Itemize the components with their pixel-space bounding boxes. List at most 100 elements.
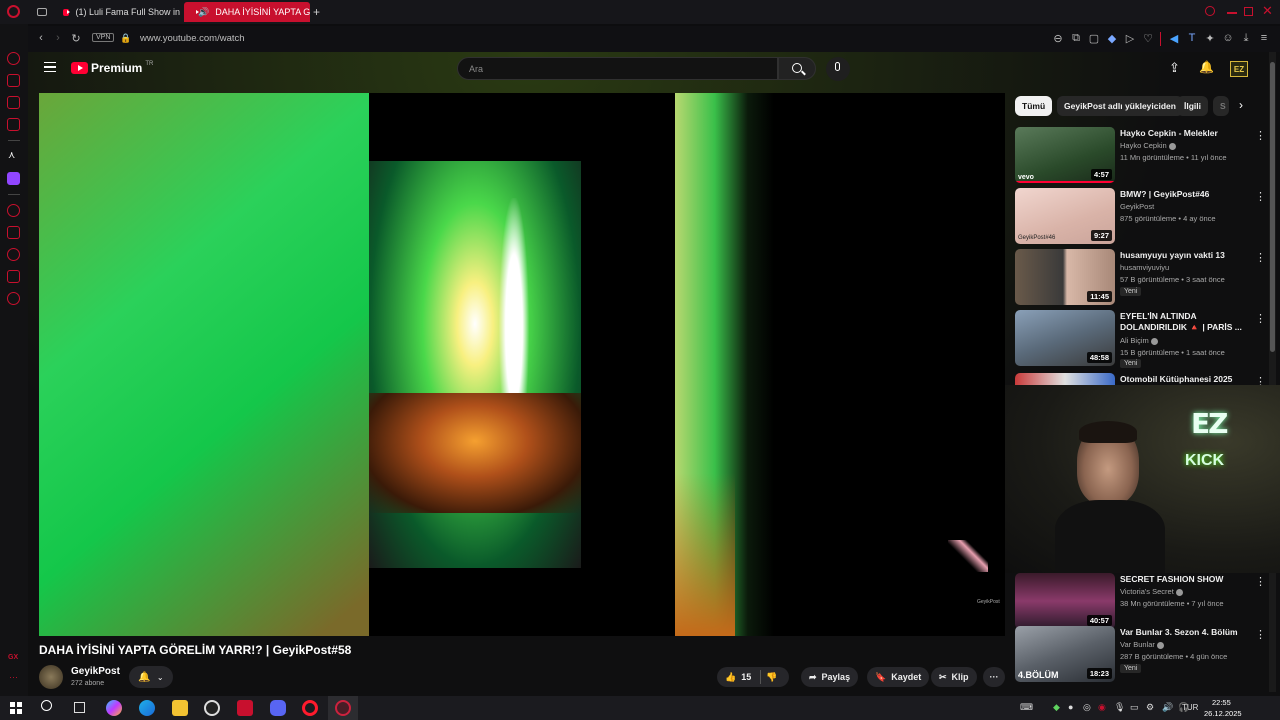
more-options-icon[interactable]: ⋮ (1255, 628, 1266, 641)
video-title[interactable]: SECRET FASHION SHOW (1120, 574, 1248, 585)
opera-logo-icon[interactable] (7, 5, 20, 18)
copilot-icon[interactable] (106, 700, 122, 716)
search-tabs-icon[interactable] (1205, 6, 1215, 16)
bookmarks-icon[interactable] (7, 226, 20, 239)
volume-icon[interactable]: 🔊 (1162, 702, 1173, 713)
channel-name[interactable]: GeyikPost (71, 666, 120, 677)
video-title[interactable]: BMW? | GeyikPost#46 (1120, 189, 1248, 200)
snapshot-icon[interactable]: ⧉ (1069, 31, 1083, 45)
lock-icon[interactable]: 🔒 (119, 31, 133, 45)
gx-badge[interactable]: GX (8, 654, 18, 661)
like-button[interactable]: 👍 15 👎 (717, 667, 789, 687)
scrollbar-thumb[interactable] (1270, 62, 1275, 352)
channel-name[interactable]: Hayko Cepkin (1120, 141, 1176, 150)
heart-icon[interactable]: ♡ (1141, 31, 1155, 45)
clip-button[interactable]: ✂ Klip (931, 667, 977, 687)
search-icon[interactable] (41, 700, 52, 711)
reload-icon[interactable]: ↻ (69, 31, 83, 45)
back-icon[interactable]: ‹ (34, 31, 48, 45)
list-item[interactable]: 48:58 EYFEL'İN ALTINDA DOLANDIRILDIK 🔺 |… (1015, 310, 1266, 368)
channel-name[interactable]: husamviyuviyu (1120, 263, 1169, 272)
upload-icon[interactable]: ⇪ (1169, 60, 1180, 76)
translate-icon[interactable]: T (1185, 31, 1199, 45)
forward-icon[interactable]: › (51, 31, 65, 45)
download-icon[interactable]: ⤓ (1239, 31, 1253, 45)
video-thumbnail[interactable]: 11:45 (1015, 249, 1115, 305)
discord-icon[interactable] (270, 700, 286, 716)
video-thumbnail[interactable] (1015, 373, 1115, 385)
instagram-icon[interactable] (7, 118, 20, 131)
task-view-icon[interactable] (74, 702, 85, 713)
video-thumbnail[interactable]: vevo 4:57 (1015, 127, 1115, 183)
channel-name[interactable]: Victoria's Secret (1120, 587, 1183, 596)
clock-date[interactable]: 26.12.2025 (1204, 709, 1242, 718)
player-icon[interactable] (7, 204, 20, 217)
pin-icon[interactable]: ▢ (1087, 31, 1101, 45)
keyboard-icon[interactable]: ⌨ (1020, 702, 1033, 713)
gx-corner-icon[interactable]: ⋏ (8, 150, 15, 161)
chip-more[interactable]: S (1213, 96, 1229, 116)
list-item[interactable]: 4.BÖLÜM 18:23 Var Bunlar 3. Sezon 4. Böl… (1015, 626, 1266, 684)
list-item[interactable]: vevo 4:57 Hayko Cepkin - Melekler Hayko … (1015, 127, 1266, 185)
video-thumbnail[interactable]: GeyikPost#46 9:27 (1015, 188, 1115, 244)
more-options-icon[interactable]: ⋮ (1255, 251, 1266, 264)
search-input[interactable]: Ara (457, 57, 778, 80)
youtube-logo[interactable]: Premium TR (71, 61, 153, 75)
twitch-icon[interactable] (7, 172, 20, 185)
list-item[interactable]: 40:57 SECRET FASHION SHOW Victoria's Sec… (1015, 573, 1266, 631)
clock-icon[interactable] (7, 248, 20, 261)
more-actions-button[interactable]: ··· (983, 667, 1005, 687)
thumbs-down-icon[interactable]: 👎 (766, 672, 777, 683)
vpn-badge[interactable]: VPN (92, 33, 115, 42)
play-icon[interactable]: ▷ (1123, 31, 1137, 45)
sound-icon[interactable]: ◀ (1167, 31, 1181, 45)
chip-all[interactable]: Tümü (1015, 96, 1053, 116)
voice-search-button[interactable] (826, 57, 850, 81)
history-icon[interactable] (7, 52, 20, 65)
search-button[interactable] (778, 57, 816, 80)
video-thumbnail[interactable]: 48:58 (1015, 310, 1115, 366)
channel-name[interactable]: Var Bunlar (1120, 640, 1164, 649)
share-button[interactable]: ➦ Paylaş (801, 667, 859, 687)
network-icon[interactable]: ▭ (1130, 702, 1139, 713)
list-item[interactable]: Otomobil Kütüphanesi 2025 ⋮ (1015, 373, 1265, 385)
shield-icon[interactable]: ◆ (1105, 31, 1119, 45)
tab-luli-fama[interactable]: (1) Luli Fama Full Show in (55, 2, 180, 22)
url-field[interactable]: www.youtube.com/watch (140, 33, 245, 44)
settings-tray-icon[interactable]: ⚙ (1146, 702, 1154, 713)
more-options-icon[interactable]: ⋮ (1255, 190, 1266, 203)
maximize-button[interactable] (1244, 7, 1253, 16)
minimize-button[interactable] (1227, 12, 1237, 14)
subscribe-bell-button[interactable]: 🔔 ⌄ (129, 666, 173, 688)
more-options-icon[interactable]: ⋮ (1255, 375, 1265, 385)
extensions-icon[interactable]: ✦ (1203, 31, 1217, 45)
zoom-icon[interactable]: ⊖ (1051, 31, 1065, 45)
opera-tray-icon[interactable]: ◉ (1098, 702, 1106, 713)
notifications-bell-icon[interactable]: 🔔 (1199, 60, 1214, 74)
page-scrollbar[interactable] (1269, 52, 1276, 692)
discord-tray-icon[interactable]: ● (1068, 702, 1073, 712)
chip-from-uploader[interactable]: GeyikPost adlı yükleyiciden (1057, 96, 1183, 116)
messenger-icon[interactable] (7, 96, 20, 109)
profile-icon[interactable]: ☺ (1221, 31, 1235, 45)
more-options-icon[interactable]: ⋮ (1255, 575, 1266, 588)
edge-icon[interactable] (139, 700, 155, 716)
more-options-icon[interactable]: ⋮ (1255, 129, 1266, 142)
hamburger-menu-icon[interactable] (44, 62, 56, 72)
close-window-button[interactable]: ✕ (1262, 3, 1273, 19)
save-button[interactable]: 🔖 Kaydet (867, 667, 930, 687)
menu-icon[interactable]: ≡ (1257, 31, 1271, 45)
video-thumbnail[interactable]: 40:57 (1015, 573, 1115, 629)
settings-icon[interactable] (7, 292, 20, 305)
cube-icon[interactable] (7, 270, 20, 283)
list-item[interactable]: GeyikPost#46 9:27 BMW? | GeyikPost#46 Ge… (1015, 188, 1266, 246)
microphone-tray-icon[interactable]: 🎙 (1114, 702, 1125, 713)
windows-start-icon[interactable] (10, 702, 22, 714)
account-avatar[interactable]: EZ (1230, 61, 1248, 77)
app-icon[interactable] (237, 700, 253, 716)
video-thumbnail[interactable]: 4.BÖLÜM 18:23 (1015, 626, 1115, 682)
video-title[interactable]: Var Bunlar 3. Sezon 4. Bölüm (1120, 627, 1248, 638)
language-indicator[interactable]: TUR (1182, 703, 1198, 712)
clock-time[interactable]: 22:55 (1212, 698, 1231, 707)
obs-tray-icon[interactable]: ◎ (1083, 702, 1091, 713)
